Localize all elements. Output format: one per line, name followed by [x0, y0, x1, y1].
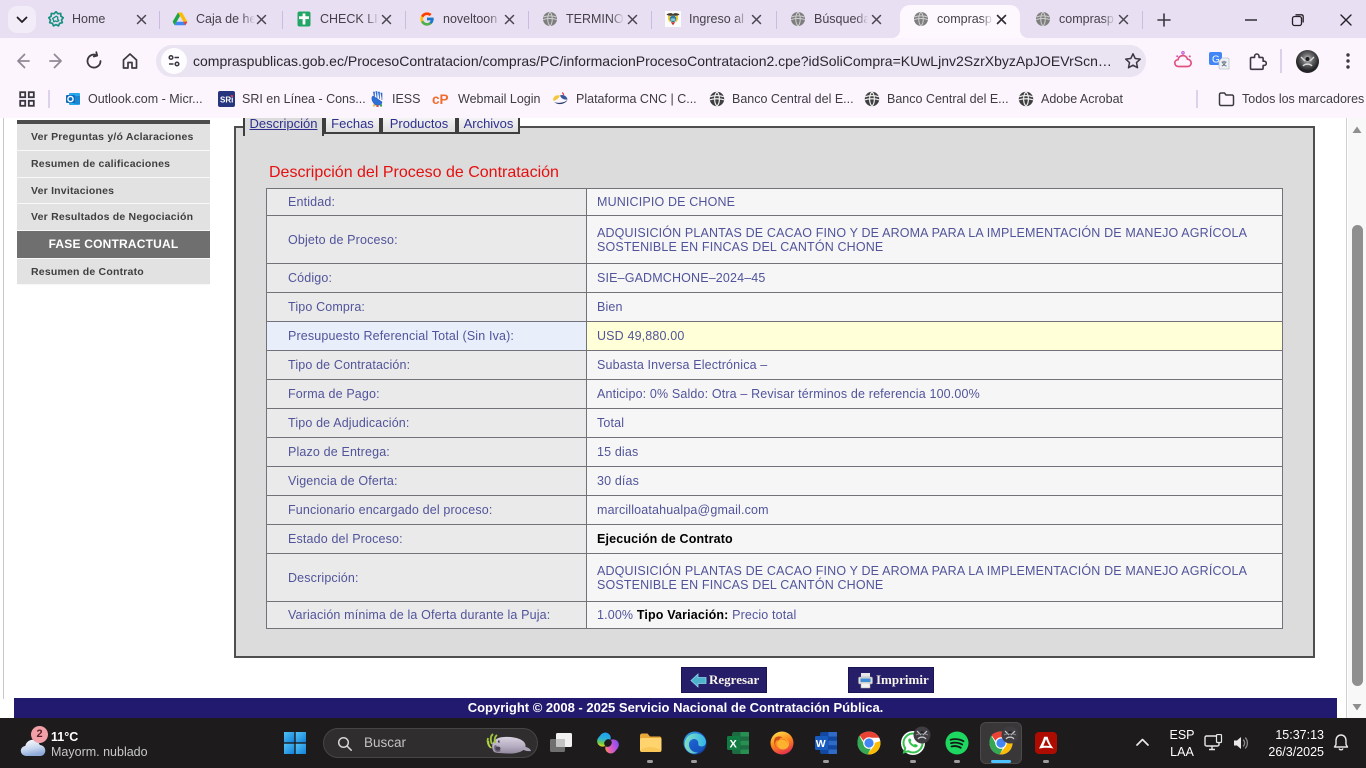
svg-text:W: W: [816, 738, 826, 750]
svg-text:X: X: [730, 739, 738, 751]
svg-text:cP: cP: [432, 92, 449, 106]
